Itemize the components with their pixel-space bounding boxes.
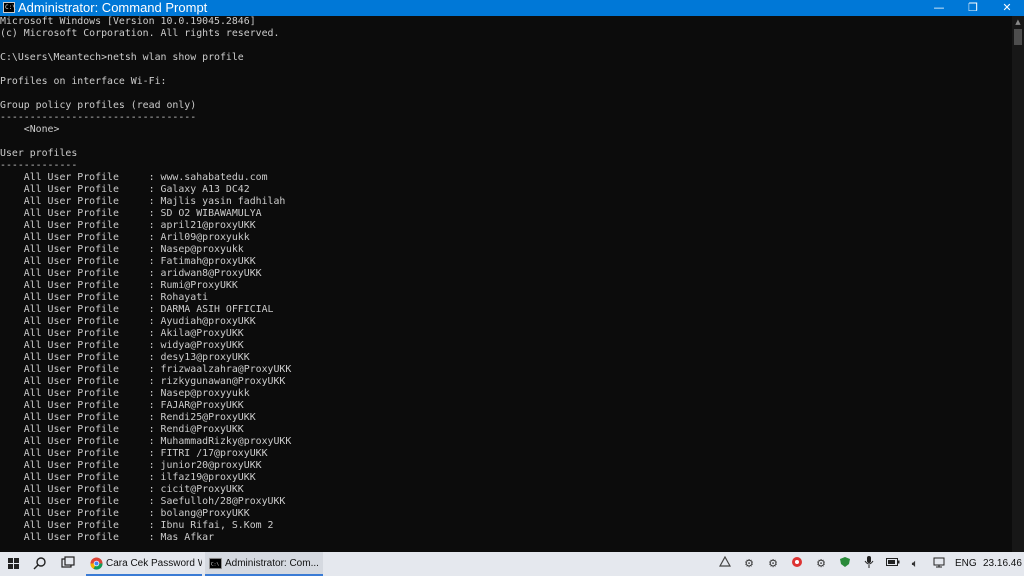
- shield-icon[interactable]: [838, 556, 852, 572]
- cmd-icon: C:\: [3, 2, 16, 13]
- console-line: All User Profile : april21@proxyUKK: [0, 220, 256, 231]
- network-icon[interactable]: [932, 556, 946, 572]
- console-line: All User Profile : FITRI /17@proxyUKK: [0, 448, 268, 459]
- scroll-up-arrow-icon[interactable]: ▲: [1012, 16, 1024, 28]
- console-line: All User Profile : widya@ProxyUKK: [0, 340, 244, 351]
- window-title: Administrator: Command Prompt: [18, 0, 208, 15]
- taskbar-item-label: Cara Cek Password W...: [106, 558, 202, 569]
- volume-icon[interactable]: 🔈︎: [908, 556, 922, 572]
- windows-logo-icon: [8, 558, 13, 563]
- console-line: (c) Microsoft Corporation. All rights re…: [0, 28, 280, 39]
- console-line: All User Profile : Majlis yasin fadhilah: [0, 196, 286, 207]
- tool-icon[interactable]: ⚙: [766, 556, 780, 572]
- antivirus-icon[interactable]: [790, 556, 804, 572]
- tool-icon[interactable]: ⚙: [742, 556, 756, 572]
- console-line: All User Profile : Saefulloh/28@ProxyUKK: [0, 496, 286, 507]
- taskbar-item-chrome[interactable]: Cara Cek Password W...: [86, 552, 202, 576]
- console-line: All User Profile : Ayudiah@proxyUKK: [0, 316, 256, 327]
- console-line: -------------: [0, 160, 78, 171]
- console-line: All User Profile : Nasep@proxyyukk: [0, 388, 250, 399]
- console-line: All User Profile : aridwan8@ProxyUKK: [0, 268, 262, 279]
- microphone-icon[interactable]: [862, 556, 876, 572]
- console-line: <None>: [0, 124, 60, 135]
- console-line: All User Profile : Fatimah@proxyUKK: [0, 256, 256, 267]
- taskbar-item-label: Administrator: Com...: [225, 558, 319, 569]
- console-line: All User Profile : Aril09@proxyukk: [0, 232, 250, 243]
- chrome-icon: [90, 557, 103, 570]
- console-line: ---------------------------------: [0, 112, 197, 123]
- console-line: All User Profile : www.sahabatedu.com: [0, 172, 268, 183]
- console-line: User profiles: [0, 148, 78, 159]
- title-bar[interactable]: C:\ Administrator: Command Prompt — ❐ ✕: [0, 0, 1024, 16]
- console-line: All User Profile : DARMA ASIH OFFICIAL: [0, 304, 274, 315]
- console-line: All User Profile : junior20@proxyUKK: [0, 460, 262, 471]
- minimize-button[interactable]: —: [922, 0, 956, 16]
- console-line: All User Profile : Rohayati: [0, 292, 209, 303]
- console-line: All User Profile : frizwaalzahra@ProxyUK…: [0, 364, 292, 375]
- console-line: All User Profile : desy13@proxyUKK: [0, 352, 250, 363]
- svg-text:C:\: C:\: [211, 561, 220, 567]
- scroll-thumb[interactable]: [1014, 29, 1022, 45]
- console-line: All User Profile : Ibnu Rifai, S.Kom 2: [0, 520, 274, 531]
- console-line: All User Profile : Nasep@proxyukk: [0, 244, 244, 255]
- battery-icon[interactable]: [886, 556, 900, 572]
- console-line: Group policy profiles (read only): [0, 100, 197, 111]
- search-icon[interactable]: [32, 556, 48, 572]
- console-line: All User Profile : Rendi@ProxyUKK: [0, 424, 244, 435]
- console-line: Profiles on interface Wi-Fi:: [0, 76, 167, 87]
- console-output[interactable]: Microsoft Windows [Version 10.0.19045.28…: [0, 16, 1012, 552]
- console-line: Microsoft Windows [Version 10.0.19045.28…: [0, 16, 256, 27]
- console-line: All User Profile : rizkygunawan@ProxyUKK: [0, 376, 286, 387]
- console-line: All User Profile : FAJAR@ProxyUKK: [0, 400, 244, 411]
- console-line: All User Profile : Akila@ProxyUKK: [0, 328, 244, 339]
- close-button[interactable]: ✕: [990, 0, 1024, 16]
- maximize-button[interactable]: ❐: [956, 0, 990, 16]
- clock[interactable]: 23.16.46: [983, 552, 1022, 576]
- console-line: All User Profile : bolang@ProxyUKK: [0, 508, 250, 519]
- console-line: All User Profile : Rumi@ProxyUKK: [0, 280, 238, 291]
- vertical-scrollbar[interactable]: ▲: [1012, 16, 1024, 552]
- taskbar: Cara Cek Password W... C:\ Administrator…: [0, 552, 1024, 576]
- command-prompt-window: C:\ Administrator: Command Prompt — ❐ ✕ …: [0, 0, 1024, 552]
- language-indicator[interactable]: ENG: [955, 552, 977, 576]
- console-line: All User Profile : cicit@ProxyUKK: [0, 484, 244, 495]
- console-line: C:\Users\Meantech>netsh wlan show profil…: [0, 52, 244, 63]
- console-line: All User Profile : SD O2 WIBAWAMULYA: [0, 208, 262, 219]
- tool-icon[interactable]: ⚙: [814, 556, 828, 572]
- console-line: All User Profile : MuhammadRizky@proxyUK…: [0, 436, 292, 447]
- drive-icon[interactable]: [718, 555, 732, 572]
- taskbar-item-cmd[interactable]: C:\ Administrator: Com...: [205, 552, 323, 576]
- console-line: All User Profile : Galaxy A13 DC42: [0, 184, 250, 195]
- console-line: All User Profile : Rendi25@ProxyUKK: [0, 412, 256, 423]
- console-line: All User Profile : ilfaz19@proxyUKK: [0, 472, 256, 483]
- start-button[interactable]: [8, 558, 20, 570]
- cmd-icon: C:\: [209, 557, 222, 570]
- task-view-icon[interactable]: [60, 556, 76, 572]
- console-line: All User Profile : Mas Afkar: [0, 532, 215, 543]
